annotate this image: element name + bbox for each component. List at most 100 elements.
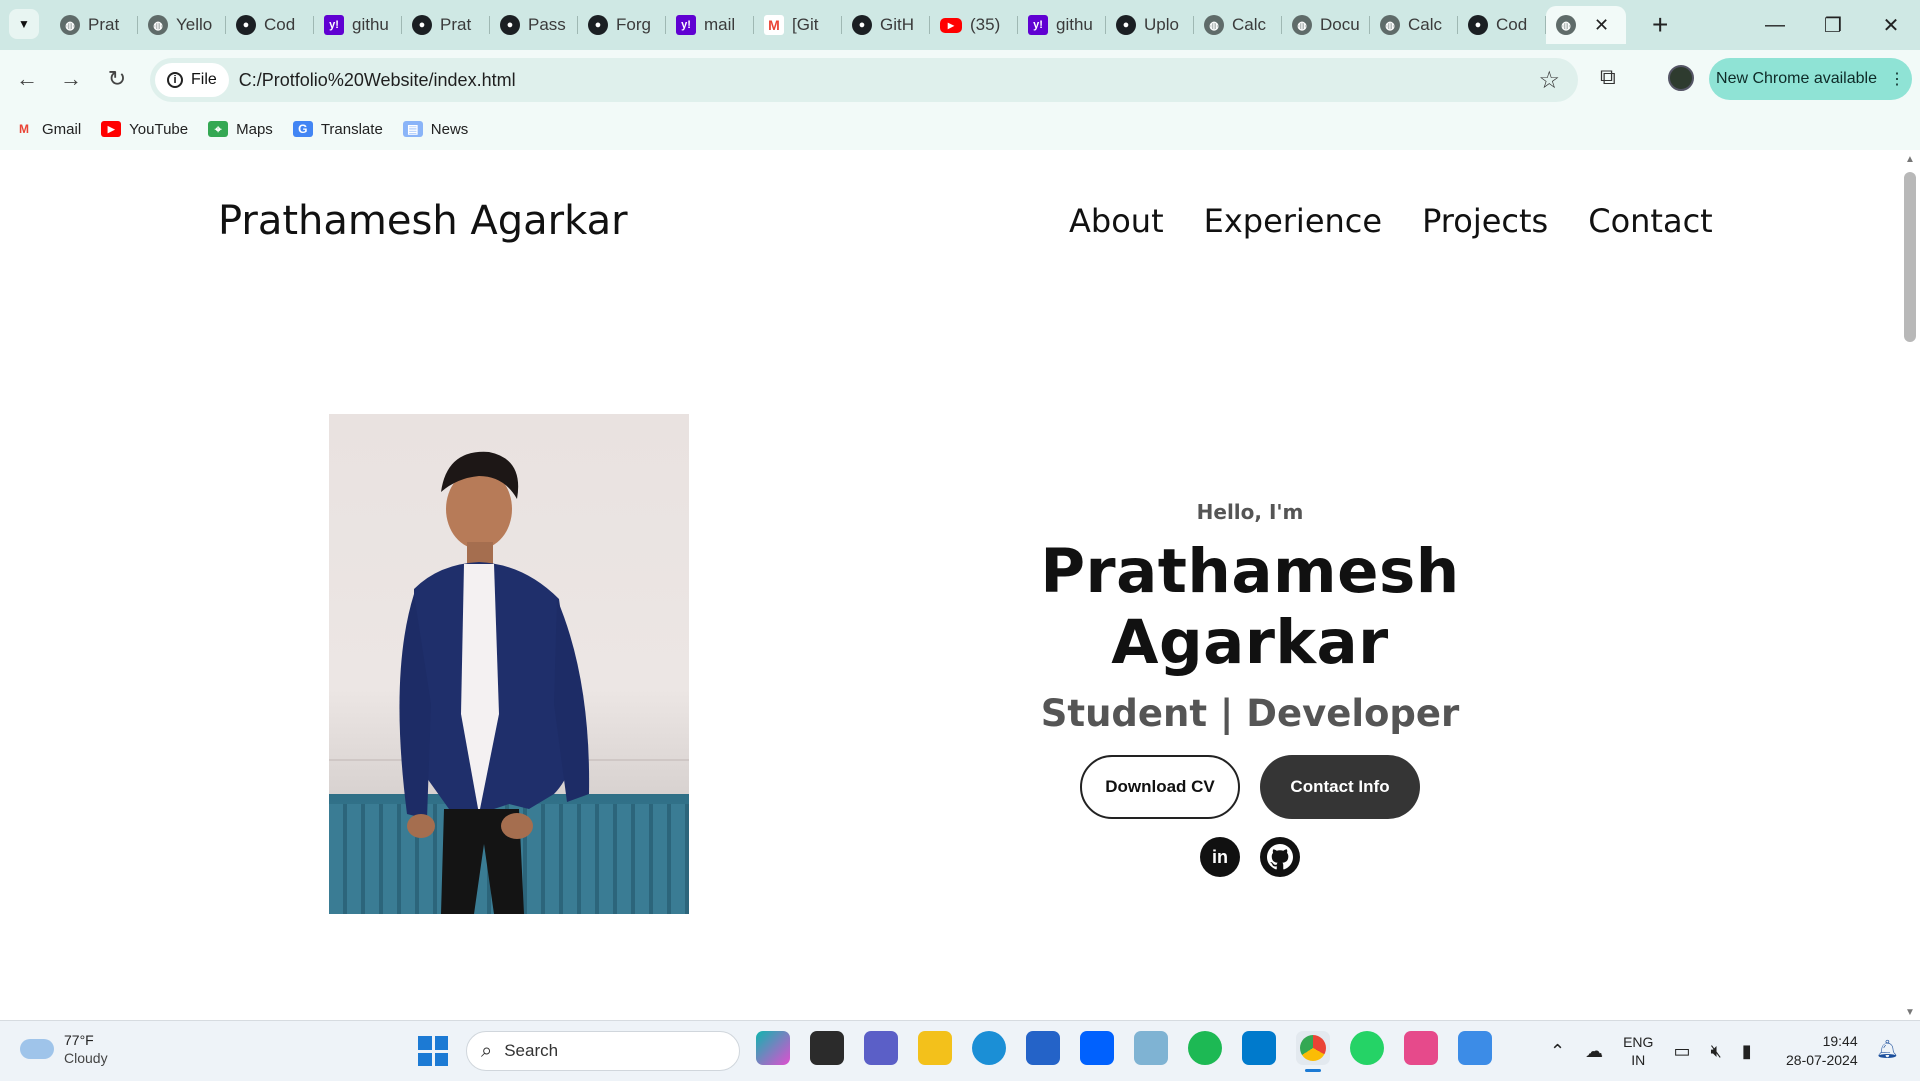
globe-icon: ◍ — [1204, 15, 1224, 35]
edge-icon[interactable] — [972, 1031, 1006, 1065]
globe-icon: ◍ — [1380, 15, 1400, 35]
language-indicator[interactable]: ENG IN — [1623, 1033, 1653, 1069]
browser-tab[interactable]: ● Prat — [402, 6, 490, 44]
taskbar-clock[interactable]: 19:44 28-07-2024 — [1786, 1032, 1858, 1070]
reload-icon[interactable]: ↻ — [102, 64, 132, 94]
close-tab-icon[interactable]: ✕ — [1594, 15, 1609, 36]
youtube-icon: ▶ — [101, 121, 122, 137]
bookmark-label: YouTube — [129, 120, 189, 138]
globe-icon: ◍ — [148, 15, 168, 35]
store-icon[interactable] — [1026, 1031, 1060, 1065]
browser-tab[interactable]: ◍ Docu — [1282, 6, 1370, 44]
new-tab-button[interactable]: + — [1652, 8, 1668, 42]
update-chrome-button[interactable]: New Chrome available ⋮ — [1709, 58, 1912, 100]
forward-icon[interactable]: → — [56, 64, 86, 94]
copilot-icon[interactable] — [756, 1031, 790, 1065]
active-browser-tab[interactable]: ◍ ✕ — [1546, 6, 1626, 44]
info-icon: i — [167, 72, 183, 88]
windows-start-icon[interactable] — [418, 1036, 448, 1066]
onedrive-icon[interactable]: ☁ — [1585, 1041, 1603, 1062]
site-nav: About Experience Projects Contact — [1069, 202, 1713, 240]
photos-icon[interactable] — [1458, 1031, 1492, 1065]
download-cv-button[interactable]: Download CV — [1080, 755, 1240, 819]
browser-tab[interactable]: ● Pass — [490, 6, 578, 44]
chevron-down-icon: ▼ — [18, 17, 30, 31]
url-text[interactable]: C:/Protfolio%20Website/index.html — [239, 70, 516, 91]
nav-projects[interactable]: Projects — [1422, 202, 1548, 240]
site-info-chip[interactable]: i File — [155, 63, 229, 97]
extensions-icon[interactable]: ⧉ — [1600, 64, 1616, 90]
github-icon: ● — [500, 15, 520, 35]
bookmark-translate[interactable]: G Translate — [292, 120, 383, 138]
bookmark-label: Translate — [320, 120, 383, 138]
browser-tab[interactable]: y! githu — [314, 6, 402, 44]
linkedin-icon[interactable]: in — [1200, 837, 1240, 877]
teams-chat-icon[interactable] — [864, 1031, 898, 1065]
snipping-tool-icon[interactable] — [1404, 1031, 1438, 1065]
github-icon[interactable] — [1260, 837, 1300, 877]
browser-tab[interactable]: ● Uplo — [1106, 6, 1194, 44]
browser-tab[interactable]: M [Git — [754, 6, 842, 44]
scroll-down-icon[interactable]: ▼ — [1905, 1007, 1915, 1018]
profile-avatar[interactable] — [1668, 65, 1694, 91]
region-code: IN — [1631, 1052, 1646, 1068]
restore-icon[interactable]: ❐ — [1804, 0, 1862, 50]
notification-bell-icon[interactable]: 🔔︎ — [1876, 1039, 1899, 1060]
weather-widget[interactable]: 77°F Cloudy — [20, 1031, 108, 1067]
chevron-up-icon[interactable]: ⌃ — [1550, 1041, 1565, 1062]
page-scrollbar[interactable]: ▲ ▼ — [1900, 150, 1920, 1020]
scroll-up-icon[interactable]: ▲ — [1905, 154, 1915, 165]
site-logo[interactable]: Prathamesh Agarkar — [218, 198, 628, 244]
tab-search-button[interactable]: ▼ — [9, 9, 39, 39]
game-icon[interactable] — [1134, 1031, 1168, 1065]
browser-tab[interactable]: ◍ Calc — [1194, 6, 1282, 44]
browser-tab[interactable]: ◍ Prat — [50, 6, 138, 44]
browser-tab[interactable]: ● Forg — [578, 6, 666, 44]
browser-tab[interactable]: ● Cod — [226, 6, 314, 44]
scroll-thumb[interactable] — [1904, 172, 1916, 342]
taskbar-apps — [756, 1031, 1492, 1072]
tab-list: ◍ Prat ◍ Yello ● Cod y! githu ● Prat ● Pass ● F… — [50, 6, 1626, 44]
back-icon[interactable]: ← — [12, 64, 42, 94]
bookmark-youtube[interactable]: ▶ YouTube — [101, 121, 188, 138]
address-bar[interactable]: i File C:/Protfolio%20Website/index.html… — [150, 58, 1578, 102]
chrome-icon[interactable] — [1296, 1031, 1330, 1072]
github-icon: ● — [1116, 15, 1136, 35]
scheme-label: File — [191, 71, 217, 88]
bookmark-star-icon[interactable]: ☆ — [1538, 66, 1560, 95]
github-icon: ● — [412, 15, 432, 35]
browser-tab[interactable]: y! githu — [1018, 6, 1106, 44]
update-label: New Chrome available — [1716, 70, 1877, 87]
nav-contact[interactable]: Contact — [1588, 202, 1713, 240]
terminal-icon[interactable] — [810, 1031, 844, 1065]
browser-tab[interactable]: ◍ Calc — [1370, 6, 1458, 44]
browser-tab[interactable]: ▶ (35) — [930, 6, 1018, 44]
taskbar-search[interactable]: ⌕ Search — [466, 1031, 740, 1071]
gmail-icon: M — [19, 122, 29, 136]
spotify-icon[interactable] — [1188, 1031, 1222, 1065]
dropbox-icon[interactable] — [1080, 1031, 1114, 1065]
network-icon[interactable]: ▭ — [1673, 1041, 1690, 1062]
bookmark-news[interactable]: ▤ News — [402, 121, 468, 138]
browser-toolbar: ← → ↻ i File C:/Protfolio%20Website/inde… — [0, 50, 1920, 108]
contact-info-button[interactable]: Contact Info — [1260, 755, 1420, 819]
volume-muted-icon[interactable]: 🔇︎ — [1710, 1041, 1721, 1062]
window-controls: — ❐ ✕ — [1746, 0, 1920, 50]
nav-about[interactable]: About — [1069, 202, 1164, 240]
browser-tab[interactable]: ● Cod — [1458, 6, 1546, 44]
clock-date: 28-07-2024 — [1786, 1052, 1858, 1068]
battery-icon[interactable]: ▮ — [1742, 1041, 1752, 1062]
file-explorer-icon[interactable] — [918, 1031, 952, 1065]
whatsapp-icon[interactable] — [1350, 1031, 1384, 1065]
close-window-icon[interactable]: ✕ — [1862, 0, 1920, 50]
bookmark-label: Maps — [236, 120, 273, 138]
minimize-icon[interactable]: — — [1746, 0, 1804, 50]
vscode-icon[interactable] — [1242, 1031, 1276, 1065]
browser-tab[interactable]: ◍ Yello — [138, 6, 226, 44]
yahoo-icon: y! — [1028, 15, 1048, 35]
nav-experience[interactable]: Experience — [1204, 202, 1382, 240]
browser-tab[interactable]: y! mail — [666, 6, 754, 44]
bookmark-maps[interactable]: ⌖ Maps — [208, 121, 273, 138]
browser-tab[interactable]: ● GitH — [842, 6, 930, 44]
bookmark-gmail[interactable]: M Gmail — [14, 121, 81, 138]
